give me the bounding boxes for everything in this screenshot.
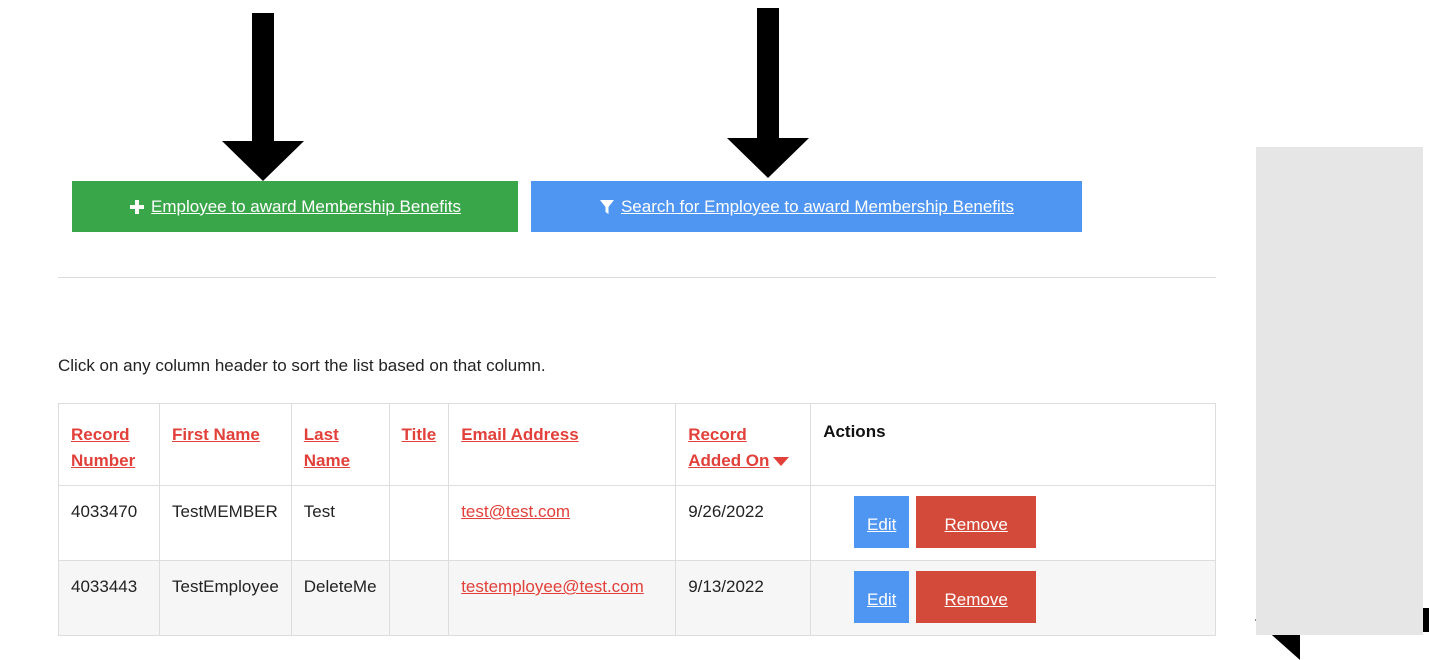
cell-actions: Edit Remove (810, 560, 1216, 636)
sort-added-on-link[interactable]: Record Added On (688, 425, 769, 470)
filter-icon (599, 199, 615, 215)
email-link[interactable]: test@test.com (461, 502, 570, 521)
cell-added-on: 9/26/2022 (675, 485, 812, 561)
cell-last-name: Test (290, 485, 390, 561)
sort-last-name-link[interactable]: Last Name (304, 425, 350, 470)
sort-record-number-link[interactable]: Record Number (71, 425, 135, 470)
cell-actions: Edit Remove (810, 485, 1216, 561)
cell-record-number: 4033443 (58, 560, 160, 636)
cell-first-name: TestEmployee (159, 560, 292, 636)
table-row: 4033470 TestMEMBER Test test@test.com 9/… (58, 485, 1216, 561)
table-header-row: Record Number First Name Last Name Title… (58, 403, 1216, 486)
sort-email-link[interactable]: Email Address (461, 425, 578, 444)
sort-title-link[interactable]: Title (402, 425, 437, 444)
sort-hint: Click on any column header to sort the l… (58, 356, 546, 375)
add-employee-button[interactable]: Employee to award Membership Benefits (72, 181, 518, 232)
edit-button[interactable]: Edit (854, 571, 910, 623)
header-last-name[interactable]: Last Name (290, 403, 390, 486)
email-link[interactable]: testemployee@test.com (461, 577, 644, 596)
added-on-line1: Record (688, 425, 747, 444)
cell-title (388, 485, 450, 561)
plus-icon (129, 199, 145, 215)
cell-email: testemployee@test.com (448, 560, 677, 636)
cell-first-name: TestMEMBER (159, 485, 292, 561)
remove-button[interactable]: Remove (916, 496, 1037, 548)
table-row: 4033443 TestEmployee DeleteMe testemploy… (58, 560, 1216, 636)
header-actions: Actions (810, 403, 1216, 486)
search-employee-label: Search for Employee to award Membership … (620, 196, 1015, 216)
header-title[interactable]: Title (388, 403, 450, 486)
add-employee-label: Employee to award Membership Benefits (151, 196, 461, 216)
cell-title (388, 560, 450, 636)
search-employee-button[interactable]: Search for Employee to award Membership … (531, 181, 1082, 232)
header-email[interactable]: Email Address (448, 403, 677, 486)
cell-email: test@test.com (448, 485, 677, 561)
side-panel (1256, 147, 1423, 635)
edit-button[interactable]: Edit (854, 496, 910, 548)
header-first-name[interactable]: First Name (159, 403, 292, 486)
divider (58, 277, 1216, 278)
header-added-on[interactable]: Record Added On (675, 403, 812, 486)
cell-last-name: DeleteMe (290, 560, 390, 636)
cell-added-on: 9/13/2022 (675, 560, 812, 636)
added-on-line2: Added On (688, 450, 770, 470)
cell-record-number: 4033470 (58, 485, 160, 561)
remove-button[interactable]: Remove (916, 571, 1037, 623)
caret-down-icon (773, 456, 790, 466)
sort-first-name-link[interactable]: First Name (172, 425, 260, 444)
header-record-number[interactable]: Record Number (58, 403, 160, 486)
records-table: Record Number First Name Last Name Title… (58, 403, 1216, 636)
